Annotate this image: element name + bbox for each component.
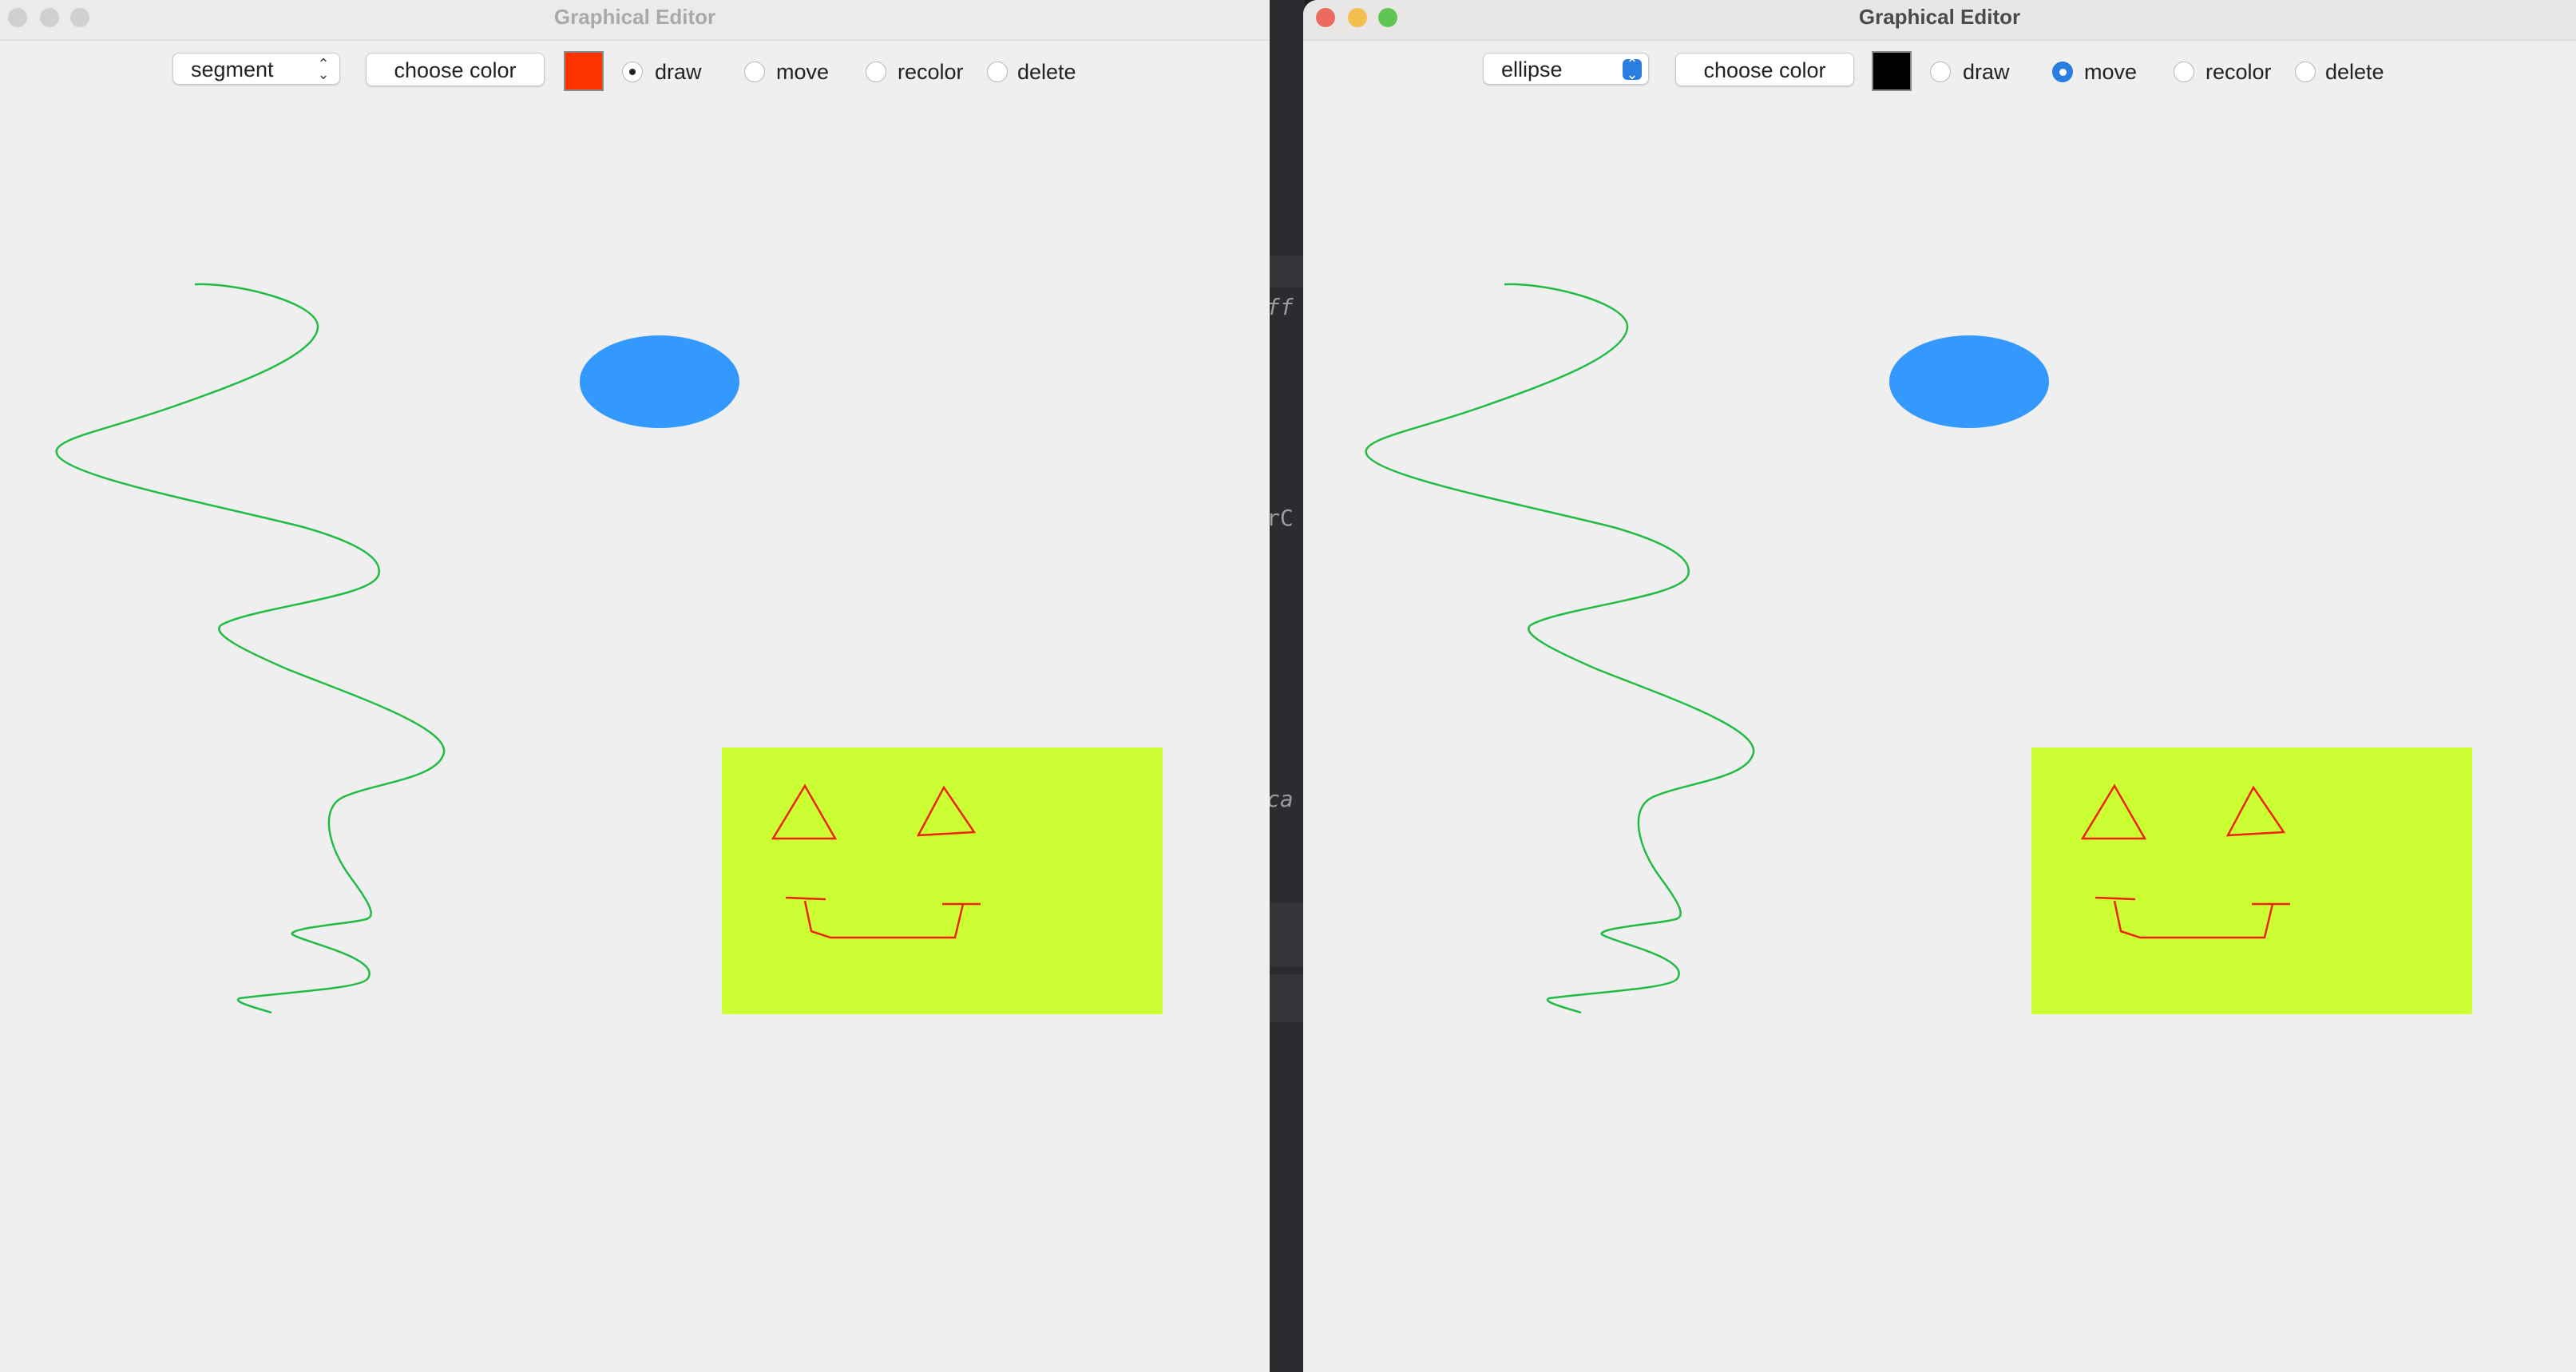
drawing-canvas[interactable] [1303, 0, 2576, 1372]
freehand-squiggle[interactable] [1365, 283, 1755, 1014]
code-line-highlight [1266, 902, 1305, 966]
blue-ellipse[interactable] [580, 335, 739, 428]
code-snippet: rC [1266, 505, 1294, 531]
background-editor-window: ff rC ca [1266, 0, 1305, 1372]
desktop: ff rC ca Graphical Editor segment ⌃ ⌄ cho… [0, 0, 2576, 1372]
code-line-highlight [1266, 256, 1305, 287]
code-snippet: ff [1266, 294, 1294, 320]
code-snippet: ca [1266, 786, 1294, 812]
editor-window-right: Graphical Editor ellipse ⌃ ⌄ choose color… [1303, 0, 2576, 1372]
green-rectangle[interactable] [722, 747, 1163, 1014]
drawing-canvas[interactable] [0, 0, 1270, 1372]
code-line-highlight [1266, 974, 1305, 1022]
green-rectangle[interactable] [2031, 747, 2472, 1014]
blue-ellipse[interactable] [1889, 335, 2049, 428]
editor-window-left: Graphical Editor segment ⌃ ⌄ choose color… [0, 0, 1270, 1372]
freehand-squiggle[interactable] [55, 283, 446, 1014]
